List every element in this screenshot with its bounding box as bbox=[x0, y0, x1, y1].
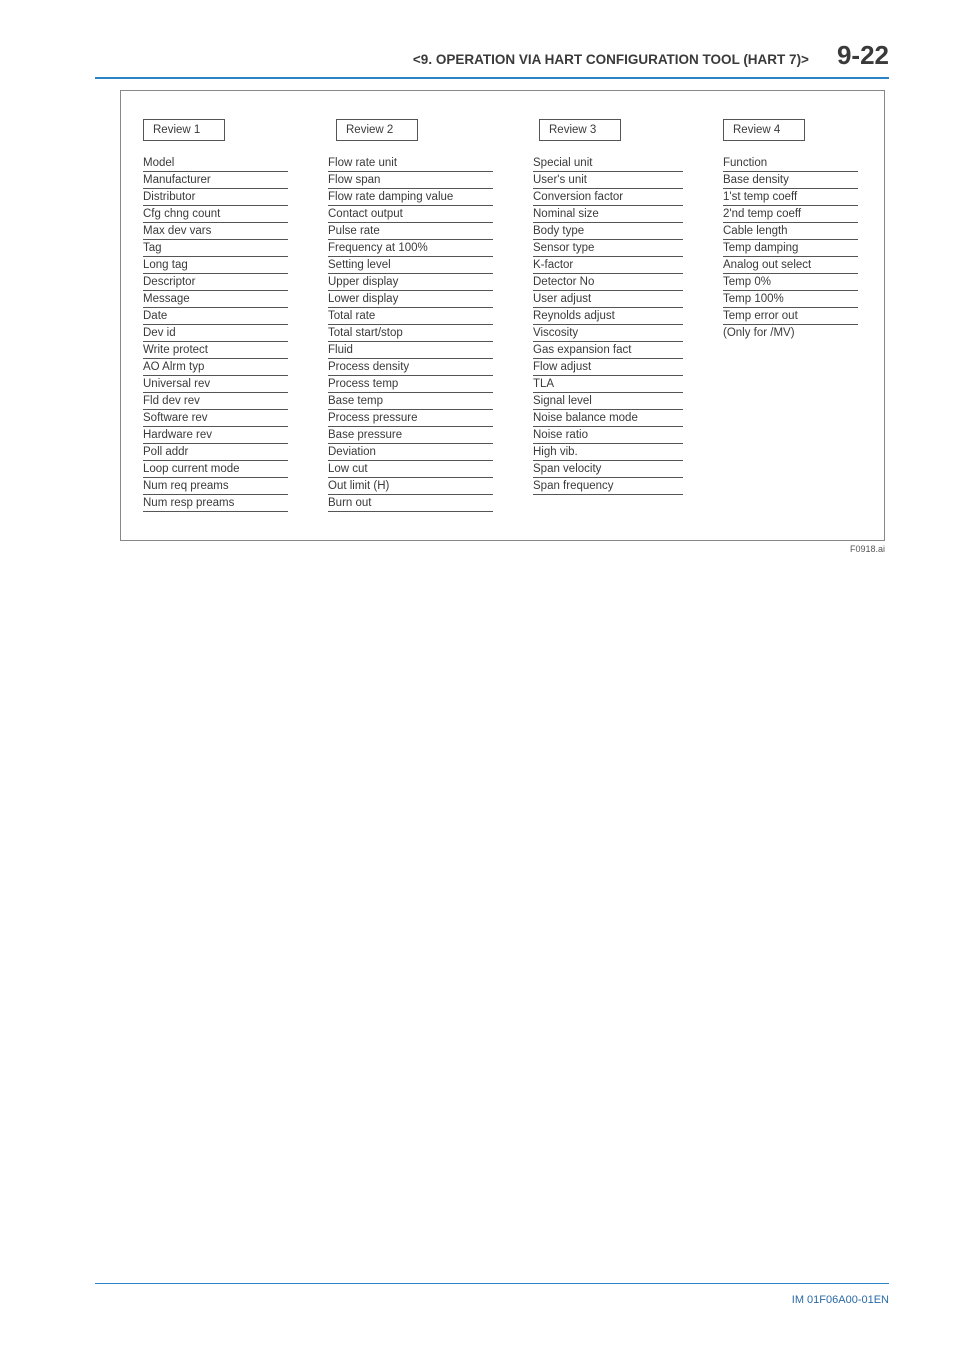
review-3-item: Body type bbox=[533, 223, 683, 240]
review-1-item: Fld dev rev bbox=[143, 393, 288, 410]
review-1-item: Loop current mode bbox=[143, 461, 288, 478]
review-2-item: Contact output bbox=[328, 206, 493, 223]
review-3-item: Viscosity bbox=[533, 325, 683, 342]
review-3-item: Conversion factor bbox=[533, 189, 683, 206]
review-2-item: Flow rate damping value bbox=[328, 189, 493, 206]
header-line: <9. OPERATION VIA HART CONFIGURATION TOO… bbox=[95, 40, 889, 79]
review-2-item: Flow span bbox=[328, 172, 493, 189]
review-3-item: Span frequency bbox=[533, 478, 683, 495]
review-2-item: Frequency at 100% bbox=[328, 240, 493, 257]
review-3-item: Flow adjust bbox=[533, 359, 683, 376]
review-2-item: Base temp bbox=[328, 393, 493, 410]
page-footer: IM 01F06A00-01EN bbox=[95, 1283, 889, 1306]
review-2-item: Process density bbox=[328, 359, 493, 376]
review-3-item: TLA bbox=[533, 376, 683, 393]
review-3-item: Noise balance mode bbox=[533, 410, 683, 427]
review-1-item: Message bbox=[143, 291, 288, 308]
review-3-item: Reynolds adjust bbox=[533, 308, 683, 325]
review-3-item: User adjust bbox=[533, 291, 683, 308]
review-2-item: Total rate bbox=[328, 308, 493, 325]
figure-reference: F0918.ai bbox=[120, 544, 885, 554]
page: <9. OPERATION VIA HART CONFIGURATION TOO… bbox=[0, 0, 954, 1350]
review-1-item: Manufacturer bbox=[143, 172, 288, 189]
review-3-item: Detector No bbox=[533, 274, 683, 291]
review-1-item: Num resp preams bbox=[143, 495, 288, 512]
review-1-item: Write protect bbox=[143, 342, 288, 359]
review-2-item: Upper display bbox=[328, 274, 493, 291]
review-4-column: Review 4 Function Base density 1'st temp… bbox=[723, 119, 858, 341]
review-1-item: AO Alrm typ bbox=[143, 359, 288, 376]
review-3-item: Sensor type bbox=[533, 240, 683, 257]
review-2-item: Deviation bbox=[328, 444, 493, 461]
review-4-item: Temp error out bbox=[723, 308, 858, 325]
review-1-item: Date bbox=[143, 308, 288, 325]
review-1-item: Descriptor bbox=[143, 274, 288, 291]
review-4-item: Temp 100% bbox=[723, 291, 858, 308]
review-2-item: Pulse rate bbox=[328, 223, 493, 240]
review-1-item: Long tag bbox=[143, 257, 288, 274]
review-3-item: Noise ratio bbox=[533, 427, 683, 444]
review-1-item: Distributor bbox=[143, 189, 288, 206]
review-1-item: Poll addr bbox=[143, 444, 288, 461]
review-2-item: Process pressure bbox=[328, 410, 493, 427]
review-4-item: Base density bbox=[723, 172, 858, 189]
review-2-item: Low cut bbox=[328, 461, 493, 478]
review-3-column: Review 3 Special unit User's unit Conver… bbox=[533, 119, 683, 495]
review-2-item: Process temp bbox=[328, 376, 493, 393]
review-4-item: Analog out select bbox=[723, 257, 858, 274]
review-2-item: Setting level bbox=[328, 257, 493, 274]
review-1-item: Num req preams bbox=[143, 478, 288, 495]
review-1-item: Software rev bbox=[143, 410, 288, 427]
review-4-item: Temp 0% bbox=[723, 274, 858, 291]
review-2-item: Lower display bbox=[328, 291, 493, 308]
review-1-item: Tag bbox=[143, 240, 288, 257]
review-2-item: Burn out bbox=[328, 495, 493, 512]
review-1-item: Universal rev bbox=[143, 376, 288, 393]
review-1-column: Review 1 Model Manufacturer Distributor … bbox=[143, 119, 288, 512]
page-number: 9-22 bbox=[837, 40, 889, 71]
review-1-item: Model bbox=[143, 155, 288, 172]
review-3-item: Span velocity bbox=[533, 461, 683, 478]
review-3-item: Gas expansion fact bbox=[533, 342, 683, 359]
review-3-item: Nominal size bbox=[533, 206, 683, 223]
review-1-item: Cfg chng count bbox=[143, 206, 288, 223]
review-columns: Review 1 Model Manufacturer Distributor … bbox=[143, 119, 862, 512]
review-3-title: Review 3 bbox=[539, 119, 621, 141]
review-3-item: Special unit bbox=[533, 155, 683, 172]
review-2-item: Base pressure bbox=[328, 427, 493, 444]
review-2-item: Total start/stop bbox=[328, 325, 493, 342]
chapter-title: <9. OPERATION VIA HART CONFIGURATION TOO… bbox=[413, 52, 809, 67]
doc-number: IM 01F06A00-01EN bbox=[792, 1294, 889, 1306]
review-3-item: High vib. bbox=[533, 444, 683, 461]
review-4-note: (Only for /MV) bbox=[723, 325, 858, 341]
review-4-item: 1'st temp coeff bbox=[723, 189, 858, 206]
review-panel: Review 1 Model Manufacturer Distributor … bbox=[120, 90, 885, 541]
review-4-item: 2'nd temp coeff bbox=[723, 206, 858, 223]
review-2-column: Review 2 Flow rate unit Flow span Flow r… bbox=[328, 119, 493, 512]
review-3-item: User's unit bbox=[533, 172, 683, 189]
review-1-title: Review 1 bbox=[143, 119, 225, 141]
review-2-item: Fluid bbox=[328, 342, 493, 359]
page-header: <9. OPERATION VIA HART CONFIGURATION TOO… bbox=[95, 40, 889, 79]
review-4-item: Temp damping bbox=[723, 240, 858, 257]
review-2-title: Review 2 bbox=[336, 119, 418, 141]
review-2-item: Out limit (H) bbox=[328, 478, 493, 495]
review-1-item: Max dev vars bbox=[143, 223, 288, 240]
review-1-item: Dev id bbox=[143, 325, 288, 342]
review-3-item: Signal level bbox=[533, 393, 683, 410]
review-4-item: Function bbox=[723, 155, 858, 172]
review-4-item: Cable length bbox=[723, 223, 858, 240]
review-4-title: Review 4 bbox=[723, 119, 805, 141]
review-2-item: Flow rate unit bbox=[328, 155, 493, 172]
review-1-item: Hardware rev bbox=[143, 427, 288, 444]
review-3-item: K-factor bbox=[533, 257, 683, 274]
